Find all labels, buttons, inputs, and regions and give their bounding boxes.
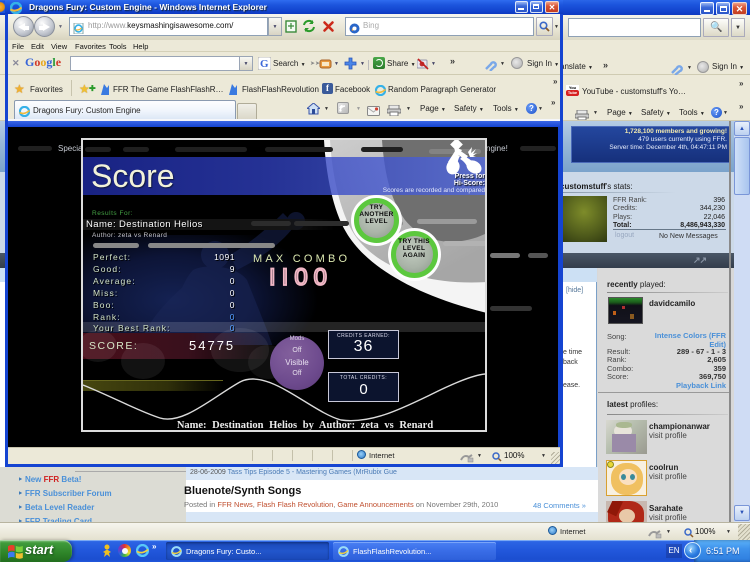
svg-text:G: G bbox=[260, 58, 269, 70]
